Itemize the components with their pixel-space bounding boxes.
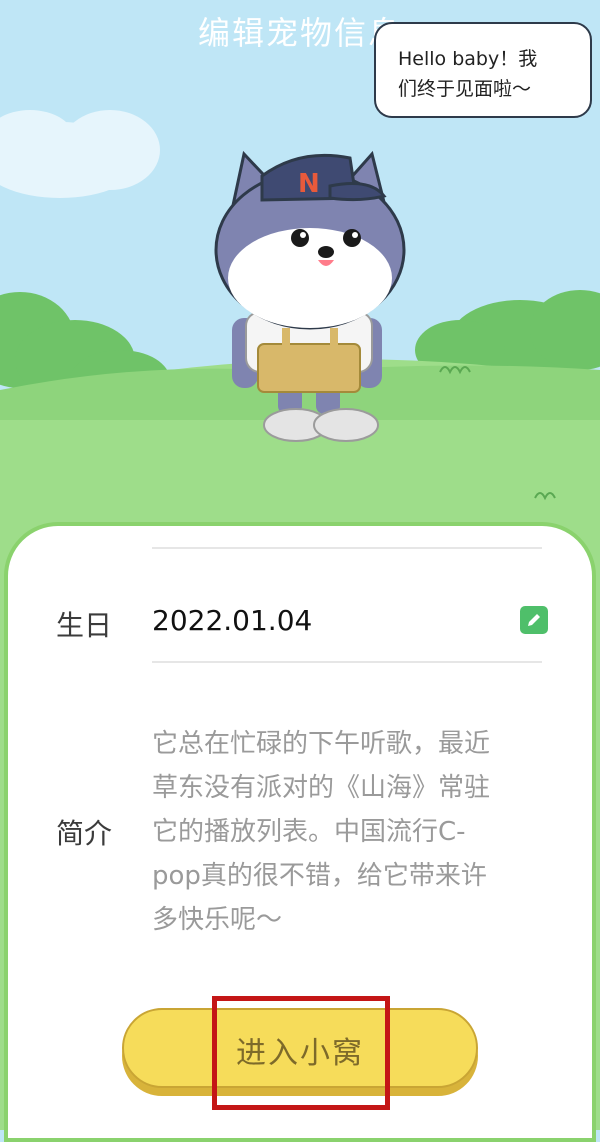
intro-line: pop真的很不错，给它带来许 [152, 861, 487, 891]
highlight-annotation [212, 996, 390, 1110]
pencil-edit-icon[interactable] [520, 606, 548, 634]
intro-line: 多快乐呢～ [152, 905, 283, 935]
birthday-label: 生日 [56, 609, 113, 642]
intro-text[interactable]: 它总在忙碌的下午听歌，最近 草东没有派对的《山海》常驻 它的播放列表。中国流行C… [152, 722, 542, 942]
intro-label: 简介 [56, 817, 113, 850]
divider-birthday [152, 661, 542, 663]
intro-line: 草东没有派对的《山海》常驻 [152, 773, 491, 803]
speech-bubble: Hello baby！我 们终于见面啦～ [374, 22, 592, 118]
bubble-line-1: Hello baby！我 [398, 48, 538, 70]
birthday-value[interactable]: 2022.01.04 [152, 604, 312, 637]
intro-line: 它总在忙碌的下午听歌，最近 [152, 729, 491, 759]
divider-top [152, 547, 542, 549]
cap-letter: N [298, 169, 320, 199]
bubble-line-2: 们终于见面啦～ [398, 78, 532, 100]
intro-line: 它的播放列表。中国流行C- [152, 817, 466, 847]
